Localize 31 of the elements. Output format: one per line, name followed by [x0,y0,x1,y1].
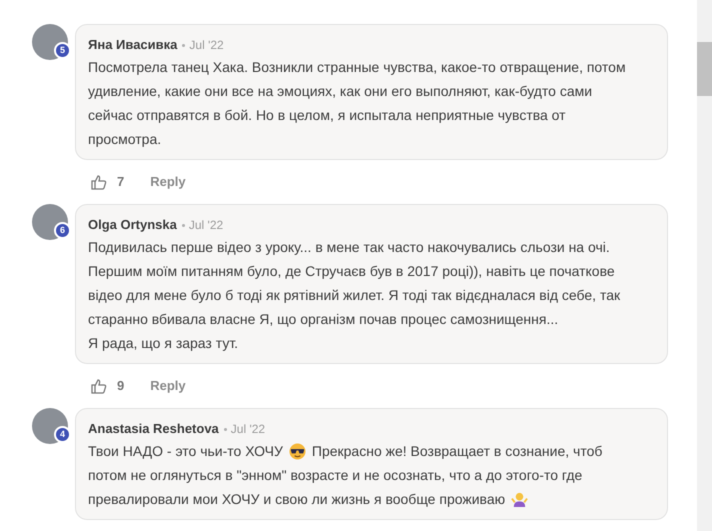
level-badge: 6 [54,222,71,239]
comment-text: відео для мене було б тоді як рятівний жилет. Я тоді так відєдналася від себе, так [88,286,620,305]
thumbs-up-icon [91,174,107,190]
comment-text: просмотра. [88,130,162,149]
author-name[interactable]: Olga Ortynska [88,215,177,235]
comment-text: Твои НАДО - это чьи-то ХОЧУ [88,442,283,461]
like-button[interactable]: 9 [91,376,124,396]
comment-text: Прекрасно же! Возвращает в сознание, чтоб [312,442,602,461]
comment-text: Посмотрела танец Хака. Возникли странные чувства, какое-то отвращение, потом [88,58,626,77]
thumbs-up-icon [91,378,107,394]
reply-button[interactable]: Reply [150,376,186,396]
sunglasses-emoji-icon [288,442,306,460]
comment-text: потом не оглянуться в "энном" возрасте и не осознать, что а до этого-то где [88,466,582,485]
comment-text: удивление, какие они все на эмоциях, как они его выполняют, как-будто сами [88,82,592,101]
like-button[interactable]: 7 [91,172,124,192]
comment-date: Jul '22 [188,217,224,234]
comment-date: Jul '22 [189,37,224,54]
shrugging-person-emoji-icon [511,490,528,508]
comment-text: Подивилась перше відео з уроку... в мене так часто накочувались сльози на очі. [88,238,610,257]
comment-date: Jul '22 [230,421,266,438]
author-name[interactable]: Яна Ивасивка [88,35,178,55]
scrollbar-thumb[interactable] [697,42,712,96]
level-badge: 4 [54,426,71,443]
reply-button[interactable]: Reply [150,172,186,192]
comment-text: Першим моїм питанням було, де Стручаєв був в 2017 році)), навіть це початкове [88,262,615,281]
level-badge: 5 [54,42,71,59]
comment-text: превалировали мои ХОЧУ и свою ли жизнь я вообще проживаю [88,490,506,509]
comment-text: Я рада, що я зараз тут. [88,334,238,353]
comment-text: старанно вбивала власне Я, що організм почав процес самознищення... [88,310,558,329]
comment-text: сейчас отправятся в бой. Но в целом, я испытала неприятные чувства от [88,106,566,125]
author-name[interactable]: Anastasia Reshetova [88,419,219,439]
